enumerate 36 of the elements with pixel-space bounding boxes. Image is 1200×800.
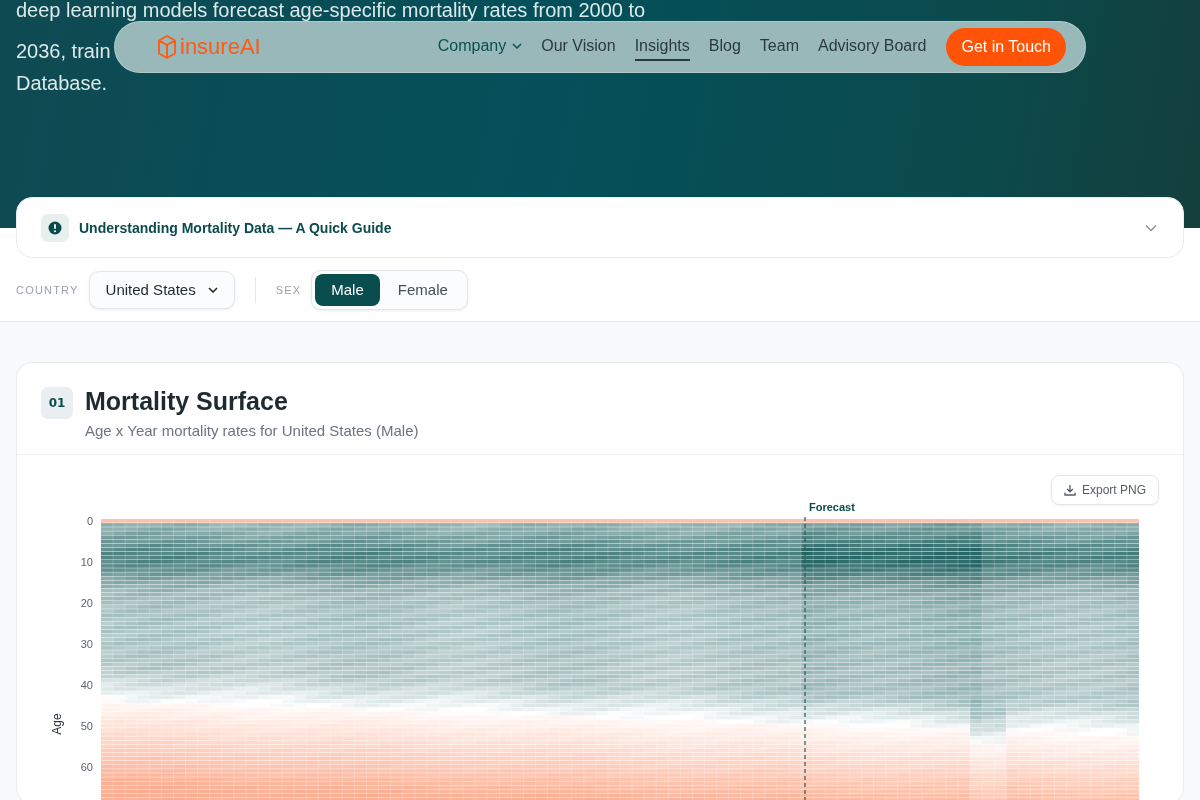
axis-title: Age — [50, 713, 64, 735]
nav-link[interactable]: Advisory Board — [817, 33, 927, 61]
axis-tick-label: 60 — [80, 761, 93, 773]
forecast-label: Forecast — [809, 501, 855, 513]
sex-label: SEX — [275, 283, 302, 296]
sex-option[interactable]: Male — [315, 273, 380, 306]
axis-tick-label: 20 — [80, 597, 93, 609]
chevron-icon — [1145, 223, 1157, 232]
guide-card[interactable]: Understanding Mortality Data — A Quick Guide — [16, 197, 1184, 258]
caret-icon — [207, 286, 218, 293]
download-icon — [1063, 484, 1076, 496]
axis-tick-label: 10 — [80, 556, 93, 568]
nav-link[interactable]: Team — [759, 33, 799, 61]
get-in-touch-button[interactable]: Get in Touch — [946, 28, 1066, 66]
hero-text: deep learning models forecast age-specific mortality rates from 2000 to — [16, 0, 646, 20]
axis-tick-label: 30 — [80, 638, 93, 650]
export-button[interactable]: Export PNG — [1050, 475, 1159, 505]
hero-text: Database. — [16, 71, 108, 96]
axis-tick-label: 0 — [86, 515, 93, 527]
caret-icon — [512, 43, 523, 49]
country-dropdown[interactable]: United States — [88, 270, 235, 309]
nav-link[interactable]: Blog — [708, 33, 741, 61]
section-number: 01 — [41, 387, 73, 419]
axis-tick-label: 40 — [80, 679, 93, 691]
hero-text: 2036, train — [16, 39, 111, 64]
cube-icon — [158, 35, 176, 59]
guide-title: Understanding Mortality Data — A Quick Guide — [79, 219, 392, 236]
section-title: Mortality Surface — [85, 386, 289, 416]
country-label: COUNTRY — [16, 283, 79, 296]
section-subtitle: Age x Year mortality rates for United States (Male) — [85, 422, 419, 439]
axis-tick-label: 50 — [80, 720, 93, 732]
alert-icon — [41, 213, 69, 242]
sex-option[interactable]: Female — [381, 273, 464, 306]
nav-link[interactable]: Insights — [634, 33, 690, 61]
nav-link[interactable]: Our Vision — [541, 33, 616, 61]
nav-link[interactable]: Company — [437, 33, 523, 61]
